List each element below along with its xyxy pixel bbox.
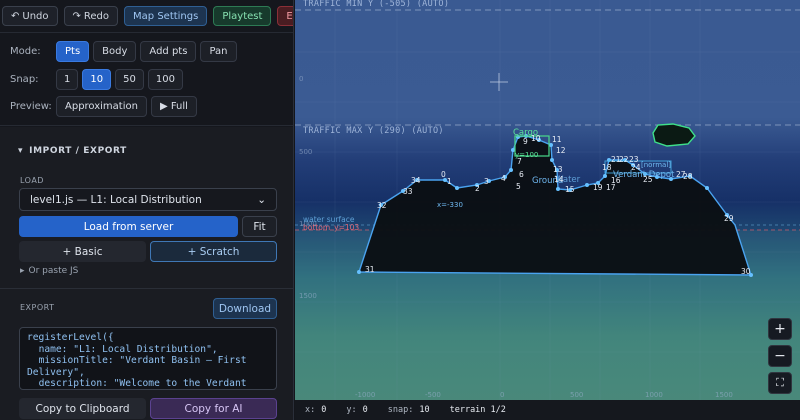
floating-island (652, 123, 696, 147)
editor-panel: ↶Undo ↷Redo Map Settings Playtest Exit M… (0, 0, 294, 420)
load-from-server-button[interactable]: Load from server (19, 216, 238, 237)
redo-icon: ↷ (72, 10, 81, 22)
vertex-number: 31 (365, 265, 375, 274)
copy-to-clipboard-button[interactable]: Copy to Clipboard (19, 398, 146, 419)
exit-button[interactable]: Exit (277, 6, 293, 26)
x-tick: 1500 (715, 391, 733, 399)
vertex-number: 33 (403, 187, 413, 196)
divider (0, 288, 293, 289)
chevron-down-icon: ⌄ (257, 193, 266, 206)
vertex-number: 18 (602, 163, 612, 172)
redo-button[interactable]: ↷ Redo (63, 6, 119, 26)
fit-view-icon[interactable]: ⛶ (768, 372, 792, 394)
coord-label: x=-330 (437, 201, 463, 209)
snap-50-button[interactable]: 50 (115, 69, 144, 90)
paste-js-toggle[interactable]: ▸ Or paste JS (20, 266, 78, 276)
vertex-number: 12 (556, 146, 566, 155)
playtest-button[interactable]: Playtest (213, 6, 272, 26)
mode-body-button[interactable]: Body (93, 41, 137, 62)
vertex-number: 22 (619, 155, 629, 164)
crosshair-icon (490, 73, 508, 91)
approximation-button[interactable]: Approximation (56, 96, 147, 117)
mode-pts-button[interactable]: Pts (56, 41, 90, 62)
depot-type-label: [normal] (641, 161, 671, 169)
vertex-number: 11 (552, 135, 562, 144)
toolbar: ↶Undo ↷Redo Map Settings Playtest Exit (0, 0, 293, 32)
vertex-number: 7 (517, 157, 522, 166)
import-export-header[interactable]: ▾ IMPORT / EXPORT (18, 146, 127, 156)
status-bar: x: 0 y: 0 snap: 10 terrain 1/2 (295, 400, 800, 420)
x-tick: -1000 (355, 391, 376, 399)
load-caption: LOAD (20, 176, 44, 185)
snap-label: Snap: (10, 74, 39, 85)
vertex-number: 24 (631, 163, 641, 172)
vertex-number: 13 (553, 165, 563, 174)
vertex-number: 28 (683, 172, 693, 181)
vertex-number: 5 (516, 182, 521, 191)
mode-pan-button[interactable]: Pan (200, 41, 237, 62)
status-snap: snap: 10 (387, 405, 430, 415)
snap-1-button[interactable]: 1 (56, 69, 79, 90)
basic-button[interactable]: + Basic (19, 241, 146, 262)
scratch-button[interactable]: + Scratch (150, 241, 277, 262)
undo-button[interactable]: ↶ Undo (2, 6, 58, 26)
traffic-max-label: TRAFFIC MAX Y (290) (AUTO) (303, 126, 444, 136)
vertex-number: 0 (441, 170, 446, 179)
divider (0, 125, 293, 126)
vertex-number: 30 (741, 267, 751, 276)
map-settings-button[interactable]: Map Settings (124, 6, 208, 26)
mode-label: Mode: (10, 46, 41, 57)
export-caption: EXPORT (20, 303, 55, 312)
terrain-body (358, 135, 752, 276)
y-tick: 1500 (299, 292, 317, 300)
full-preview-button[interactable]: ▶ Full (150, 96, 197, 117)
vertex-number: 25 (643, 175, 653, 184)
x-tick: 500 (570, 391, 584, 399)
mode-add-pts-button[interactable]: Add pts (140, 41, 197, 62)
fit-button[interactable]: Fit (242, 216, 277, 237)
copy-for-ai-button[interactable]: Copy for AI (150, 398, 277, 419)
y-tick: 0 (299, 75, 304, 83)
status-y: y: 0 (346, 405, 368, 415)
expand-caret-icon: ▸ (20, 266, 25, 276)
vertex-number: 32 (377, 201, 387, 210)
preview-label: Preview: (10, 101, 52, 112)
x-tick: 1000 (645, 391, 663, 399)
vertex-number: 14 (554, 175, 564, 184)
collapse-caret-icon: ▾ (18, 146, 24, 156)
x-tick: 0 (500, 391, 505, 399)
vertex-number: 29 (724, 214, 734, 223)
traffic-min-label: TRAFFIC MIN Y (-505) (AUTO) (303, 0, 450, 9)
status-x: x: 0 (305, 405, 327, 415)
y-tick: 500 (299, 148, 313, 156)
vertex-number: 34 (411, 176, 421, 185)
vertex-number: 6 (519, 170, 524, 179)
terrain-svg[interactable] (295, 0, 800, 420)
vertex-number: 4 (501, 174, 506, 183)
vertex-number: 19 (593, 183, 603, 192)
mode-row: Mode: Pts Body Add pts Pan (10, 41, 237, 62)
download-button[interactable]: Download (213, 298, 277, 319)
bottom-label: bottom y=103 (303, 223, 360, 232)
snap-10-button[interactable]: 10 (82, 69, 112, 90)
vertex-number: 3 (484, 177, 489, 186)
snap-100-button[interactable]: 100 (147, 69, 183, 90)
vertex-number: 2 (475, 184, 480, 193)
vertex-number: 10 (531, 134, 541, 143)
x-tick: -500 (425, 391, 441, 399)
export-code-textarea[interactable]: registerLevel({ name: "L1: Local Distrib… (19, 327, 277, 390)
vertex-number: 17 (606, 183, 616, 192)
level-select[interactable]: level1.js — L1: Local Distribution ⌄ (19, 188, 277, 211)
vertex-number: 9 (523, 137, 528, 146)
vertex-number: 15 (565, 185, 575, 194)
divider (0, 32, 293, 33)
zoom-in-button[interactable]: + (768, 318, 792, 340)
preview-row: Preview: Approximation ▶ Full (10, 96, 197, 117)
undo-icon: ↶ (11, 10, 20, 22)
map-canvas[interactable]: TRAFFIC MIN Y (-505) (AUTO) TRAFFIC MAX … (295, 0, 800, 420)
zoom-out-button[interactable]: − (768, 345, 792, 367)
snap-row: Snap: 1 10 50 100 (10, 69, 183, 90)
vertex-number: 1 (447, 177, 452, 186)
status-terrain: terrain 1/2 (449, 405, 506, 415)
